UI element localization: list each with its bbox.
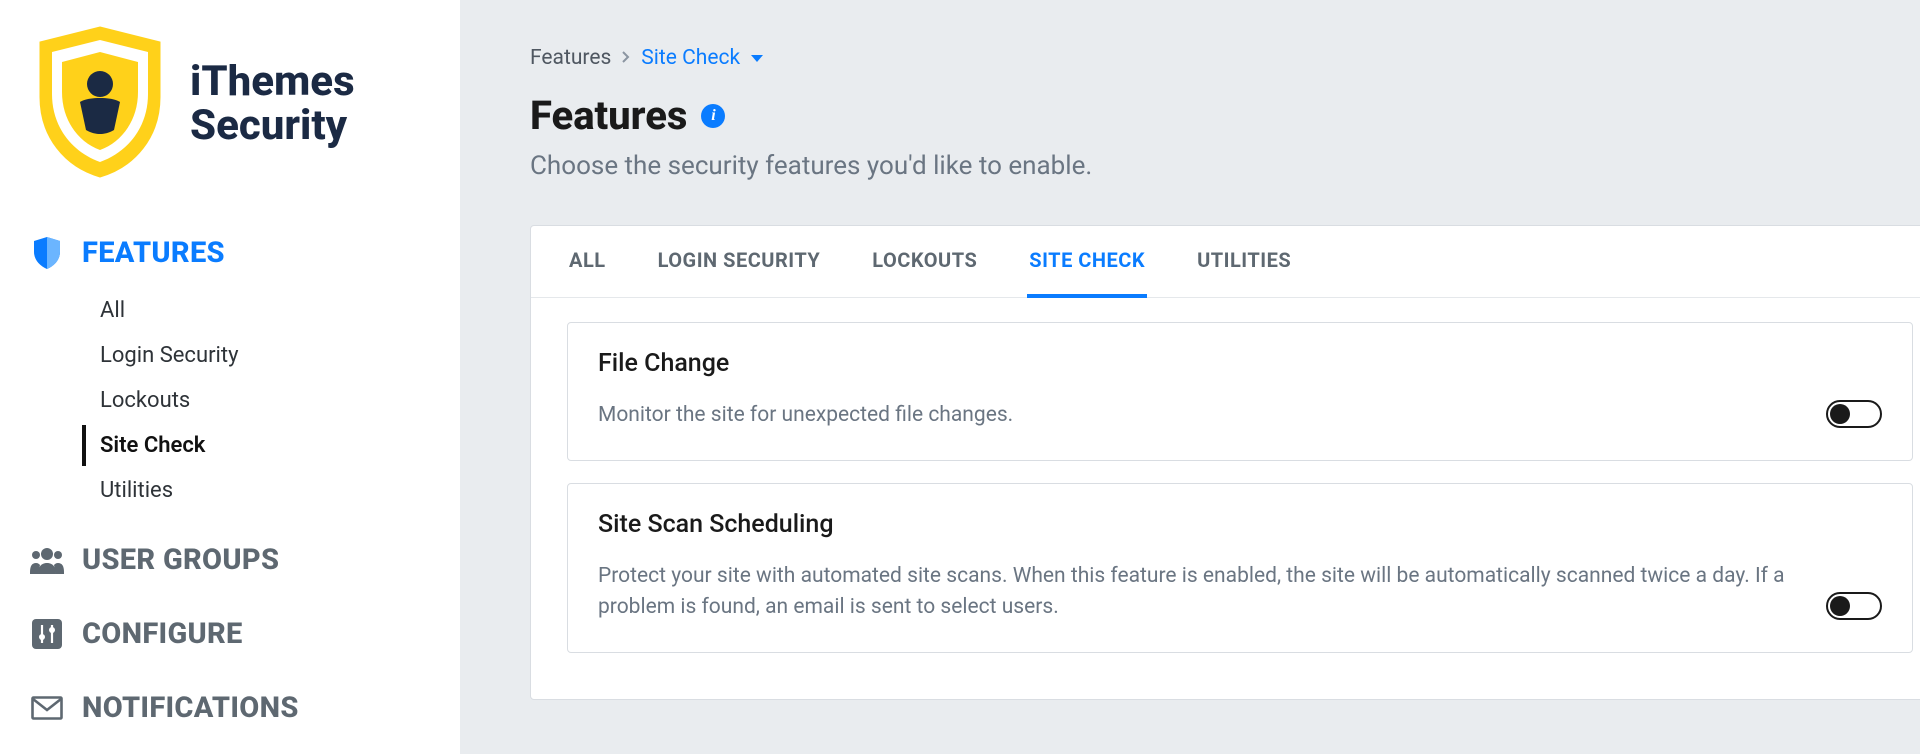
tab-login-security[interactable]: LOGIN SECURITY xyxy=(656,226,823,298)
nav-header-features[interactable]: FEATURES xyxy=(30,228,430,278)
caret-down-icon xyxy=(750,46,764,70)
nav-header-configure[interactable]: CONFIGURE xyxy=(30,609,430,659)
sidebar: iThemes Security FEATURES All Login Secu… xyxy=(0,0,460,754)
shield-logo-icon xyxy=(30,22,170,186)
toggle-knob xyxy=(1830,596,1850,616)
breadcrumb-current[interactable]: Site Check xyxy=(641,46,764,70)
nav-section-notifications: NOTIFICATIONS xyxy=(30,683,430,733)
tab-utilities[interactable]: UTILITIES xyxy=(1195,226,1293,298)
nav-header-configure-label: CONFIGURE xyxy=(82,617,243,651)
sidebar-item-all[interactable]: All xyxy=(82,290,430,331)
brand-line-2: Security xyxy=(190,104,355,148)
nav-header-user-groups[interactable]: USER GROUPS xyxy=(30,535,430,585)
feature-file-change: File Change Monitor the site for unexpec… xyxy=(567,322,1913,461)
brand-line-1: iThemes xyxy=(190,60,355,104)
brand-logo-area: iThemes Security xyxy=(30,22,430,186)
feature-list: File Change Monitor the site for unexpec… xyxy=(531,298,1920,699)
tab-site-check[interactable]: SITE CHECK xyxy=(1027,226,1147,298)
nav-section-features: FEATURES All Login Security Lockouts Sit… xyxy=(30,228,430,511)
chevron-right-icon xyxy=(621,46,631,70)
feature-desc: Protect your site with automated site sc… xyxy=(598,561,1786,622)
sidebar-item-lockouts[interactable]: Lockouts xyxy=(82,380,430,421)
page-title: Features xyxy=(530,92,687,139)
nav-header-user-groups-label: USER GROUPS xyxy=(82,543,279,577)
sidebar-item-site-check[interactable]: Site Check xyxy=(82,425,430,466)
mail-icon xyxy=(30,691,64,725)
page-title-row: Features i xyxy=(530,92,1920,139)
breadcrumb: Features Site Check xyxy=(530,46,1920,70)
breadcrumb-root[interactable]: Features xyxy=(530,46,611,70)
nav-features-subitems: All Login Security Lockouts Site Check U… xyxy=(82,290,430,511)
feature-text: Site Scan Scheduling Protect your site w… xyxy=(598,510,1786,622)
nav-section-user-groups: USER GROUPS xyxy=(30,535,430,585)
nav-header-features-label: FEATURES xyxy=(82,236,225,270)
main-content: Features Site Check Features i Choose th… xyxy=(460,0,1920,754)
info-icon[interactable]: i xyxy=(701,104,725,128)
users-icon xyxy=(30,543,64,577)
sidebar-item-login-security[interactable]: Login Security xyxy=(82,335,430,376)
feature-site-scan: Site Scan Scheduling Protect your site w… xyxy=(567,483,1913,653)
page-subtitle: Choose the security features you'd like … xyxy=(530,151,1920,181)
tab-all[interactable]: ALL xyxy=(567,226,608,298)
feature-desc: Monitor the site for unexpected file cha… xyxy=(598,400,1786,430)
sliders-icon xyxy=(30,617,64,651)
features-card: ALL LOGIN SECURITY LOCKOUTS SITE CHECK U… xyxy=(530,225,1920,700)
toggle-site-scan[interactable] xyxy=(1826,592,1882,620)
toggle-file-change[interactable] xyxy=(1826,400,1882,428)
sidebar-item-utilities[interactable]: Utilities xyxy=(82,470,430,511)
nav-header-notifications-label: NOTIFICATIONS xyxy=(82,691,299,725)
feature-title: File Change xyxy=(598,349,1786,378)
tabs: ALL LOGIN SECURITY LOCKOUTS SITE CHECK U… xyxy=(531,226,1920,298)
tab-lockouts[interactable]: LOCKOUTS xyxy=(870,226,979,298)
feature-text: File Change Monitor the site for unexpec… xyxy=(598,349,1786,430)
shield-icon xyxy=(30,236,64,270)
nav-header-notifications[interactable]: NOTIFICATIONS xyxy=(30,683,430,733)
toggle-knob xyxy=(1830,404,1850,424)
nav-section-configure: CONFIGURE xyxy=(30,609,430,659)
brand-name: iThemes Security xyxy=(190,60,355,148)
breadcrumb-current-label: Site Check xyxy=(641,46,740,70)
feature-title: Site Scan Scheduling xyxy=(598,510,1786,539)
